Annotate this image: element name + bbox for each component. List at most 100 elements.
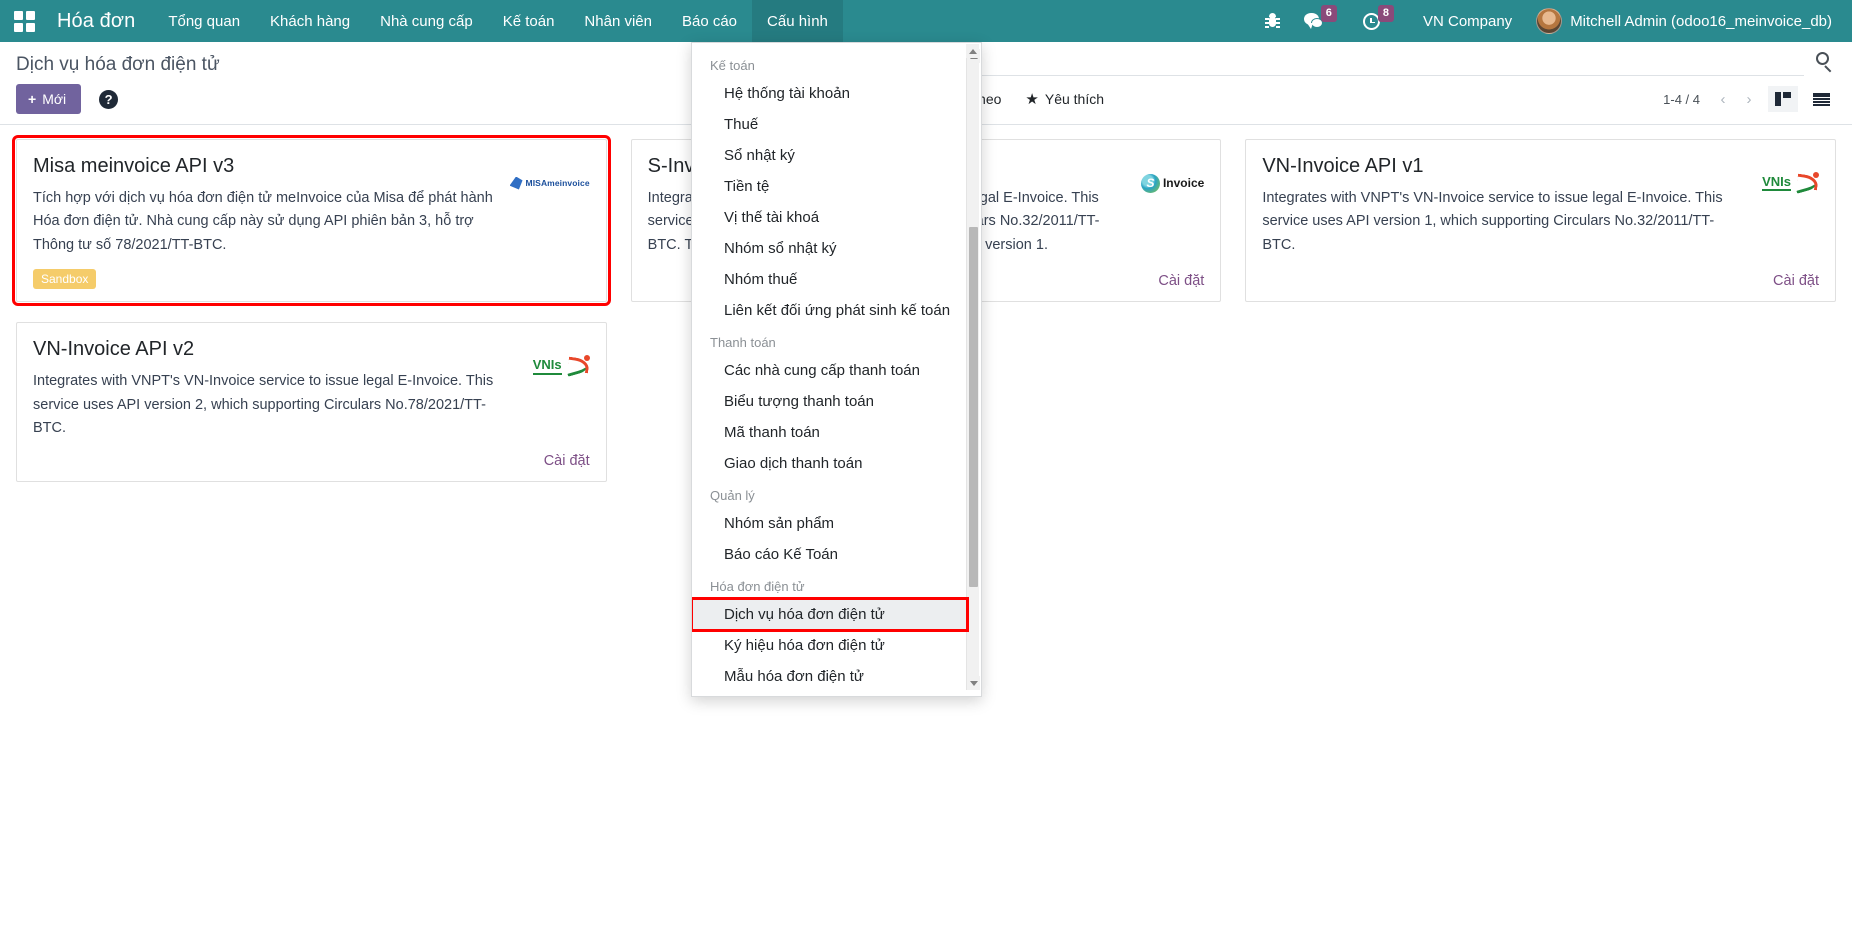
kanban-card-misa-meinvoice-v3[interactable]: Misa meinvoice API v3 Tích hợp với dịch … — [16, 139, 607, 302]
dropdown-scroll-container: Kế toán Hệ thống tài khoản Thuế Sổ nhật … — [692, 49, 981, 697]
navbar-systray: 6 8 VN Company Mitchell Admin (odoo16_me… — [1254, 0, 1852, 42]
messages-button[interactable]: 6 — [1293, 0, 1350, 42]
card-footer: Sandbox — [33, 257, 590, 289]
vnpt-swoosh-icon — [1793, 172, 1819, 194]
misa-meinvoice-logo: MISAmeinvoice — [498, 166, 590, 200]
user-menu-button[interactable]: Mitchell Admin (odoo16_meinvoice_db) — [1528, 0, 1838, 42]
card-footer: Cài đặt — [33, 441, 590, 469]
menu-item-mau-hoa-don-dien-tu[interactable]: Mẫu hóa đơn điện tử — [692, 661, 967, 692]
card-logo-text: Invoice — [1163, 176, 1204, 190]
pager-next-button[interactable]: › — [1738, 87, 1760, 111]
dropdown-section-quan-ly: Quản lý — [692, 479, 967, 508]
vnpt-swoosh-icon — [564, 355, 590, 377]
page-title: Dịch vụ hóa đơn điện tử — [16, 54, 220, 76]
dropdown-scrollbar-thumb[interactable] — [969, 227, 978, 587]
install-link[interactable]: Cài đặt — [544, 453, 590, 469]
chat-bubble-icon — [1304, 13, 1323, 30]
card-title: VN-Invoice API v1 — [1262, 154, 1727, 179]
menu-item-nhom-so-nhat-ky[interactable]: Nhóm sổ nhật ký — [692, 233, 967, 264]
misa-mark-icon — [510, 177, 523, 190]
nav-menu-cau-hinh[interactable]: Cấu hình — [752, 0, 843, 42]
list-view-icon — [1813, 93, 1830, 106]
vnis-vnpt-logo: VNIs — [498, 349, 590, 383]
card-title: Misa meinvoice API v3 — [33, 154, 498, 179]
star-icon: ★ — [1025, 92, 1038, 107]
bug-icon — [1265, 13, 1280, 29]
dropdown-section-ke-toan: Kế toán — [692, 49, 967, 78]
card-logo-text: VNIs — [1762, 175, 1791, 191]
vnis-vnpt-logo: VNIs — [1727, 166, 1819, 200]
card-logo-text: VNIs — [533, 358, 562, 374]
kanban-card-vn-invoice-v1[interactable]: VN-Invoice API v1 Integrates with VNPT's… — [1245, 139, 1836, 302]
menu-item-vi-the-tai-khoa[interactable]: Vị thế tài khoá — [692, 202, 967, 233]
menu-item-ma-thanh-toan[interactable]: Mã thanh toán — [692, 417, 967, 448]
nav-menu-nhan-vien[interactable]: Nhân viên — [569, 0, 667, 42]
help-button[interactable]: ? — [99, 90, 118, 109]
favorites-dropdown-button[interactable]: ★ Yêu thích — [1025, 91, 1104, 107]
debug-menu-button[interactable] — [1254, 0, 1291, 42]
pager-counter: 1-4 / 4 — [1663, 92, 1700, 107]
nav-menu-nha-cung-cap[interactable]: Nhà cung cấp — [365, 0, 488, 42]
navbar-spacer — [843, 0, 1254, 42]
install-link[interactable]: Cài đặt — [1773, 273, 1819, 289]
kanban-card-vn-invoice-v2[interactable]: VN-Invoice API v2 Integrates with VNPT's… — [16, 322, 607, 481]
list-view-button[interactable] — [1806, 86, 1836, 112]
new-record-button[interactable]: + Mới — [16, 84, 81, 114]
kanban-view-icon — [1775, 92, 1791, 106]
status-badge: Sandbox — [33, 269, 96, 289]
nav-menu-bao-cao[interactable]: Báo cáo — [667, 0, 752, 42]
install-link[interactable]: Cài đặt — [1158, 273, 1204, 289]
card-header: Misa meinvoice API v3 Tích hợp với dịch … — [33, 154, 590, 257]
scroll-down-arrow-icon[interactable] — [967, 676, 980, 690]
menu-item-bieu-tuong-thanh-toan[interactable]: Biểu tượng thanh toán — [692, 386, 967, 417]
dropdown-section-thanh-toan: Thanh toán — [692, 326, 967, 355]
apps-menu-button[interactable] — [0, 0, 45, 42]
menu-item-he-thong-tai-khoan[interactable]: Hệ thống tài khoản — [692, 78, 967, 109]
card-description: Tích hợp với dịch vụ hóa đơn điện tử meI… — [33, 187, 498, 257]
menu-item-thue[interactable]: Thuế — [692, 109, 967, 140]
menu-item-loai-hoa-don-dien-tu[interactable]: Loại hóa đơn điện tử — [692, 692, 967, 697]
avatar — [1536, 8, 1562, 34]
menu-item-dich-vu-hoa-don-dien-tu[interactable]: Dịch vụ hóa đơn điện tử — [692, 599, 967, 630]
menu-item-cac-nha-cung-cap-thanh-toan[interactable]: Các nhà cung cấp thanh toán — [692, 355, 967, 386]
menu-item-ky-hieu-hoa-don-dien-tu[interactable]: Ký hiệu hóa đơn điện tử — [692, 630, 967, 661]
menu-item-giao-dich-thanh-toan[interactable]: Giao dịch thanh toán — [692, 448, 967, 479]
card-header: VN-Invoice API v1 Integrates with VNPT's… — [1262, 154, 1819, 257]
dropdown-section-hoa-don-dien-tu: Hóa đơn điện tử — [692, 570, 967, 599]
menu-item-nhom-san-pham[interactable]: Nhóm sản phẩm — [692, 508, 967, 539]
messages-count-badge: 6 — [1321, 5, 1337, 22]
nav-menu-khach-hang[interactable]: Khách hàng — [255, 0, 365, 42]
card-footer: Cài đặt — [1262, 261, 1819, 289]
user-name-label: Mitchell Admin (odoo16_meinvoice_db) — [1570, 13, 1832, 30]
nav-menu-ke-toan[interactable]: Kế toán — [488, 0, 570, 42]
s-invoice-orb-icon: S — [1141, 174, 1160, 193]
top-navbar: Hóa đơn Tổng quan Khách hàng Nhà cung cấ… — [0, 0, 1852, 42]
card-title: VN-Invoice API v2 — [33, 337, 498, 362]
navbar-menu-list: Tổng quan Khách hàng Nhà cung cấp Kế toá… — [153, 0, 843, 42]
menu-item-nhom-thue[interactable]: Nhóm thuế — [692, 264, 967, 295]
company-switcher[interactable]: VN Company — [1409, 0, 1526, 42]
card-logo-text: MISAmeinvoice — [526, 178, 590, 188]
activities-count-badge: 8 — [1378, 5, 1394, 22]
favorites-label: Yêu thích — [1045, 91, 1104, 107]
pager-and-views: 1-4 / 4 ‹ › — [1663, 86, 1836, 112]
s-invoice-logo: S Invoice — [1112, 166, 1204, 200]
activities-button[interactable]: 8 — [1352, 0, 1407, 42]
kanban-view-button[interactable] — [1768, 86, 1798, 112]
menu-item-lien-ket-doi-ung[interactable]: Liên kết đối ứng phát sinh kế toán — [692, 295, 967, 326]
plus-icon: + — [28, 92, 36, 106]
menu-item-bao-cao-ke-toan[interactable]: Báo cáo Kế Toán — [692, 539, 967, 570]
app-brand-name[interactable]: Hóa đơn — [45, 0, 153, 42]
card-header: VN-Invoice API v2 Integrates with VNPT's… — [33, 337, 590, 440]
search-icon[interactable] — [1814, 51, 1836, 73]
apps-grid-icon — [14, 11, 35, 32]
pager-previous-button[interactable]: ‹ — [1712, 87, 1734, 111]
menu-item-tien-te[interactable]: Tiền tệ — [692, 171, 967, 202]
card-description: Integrates with VNPT's VN-Invoice servic… — [1262, 187, 1727, 257]
nav-menu-tong-quan[interactable]: Tổng quan — [153, 0, 255, 42]
configuration-dropdown-menu: Kế toán Hệ thống tài khoản Thuế Sổ nhật … — [691, 42, 982, 697]
card-description: Integrates with VNPT's VN-Invoice servic… — [33, 370, 498, 440]
page-scroll-up-arrow[interactable] — [966, 44, 979, 58]
dropdown-scrollbar[interactable] — [966, 49, 979, 690]
menu-item-so-nhat-ky[interactable]: Sổ nhật ký — [692, 140, 967, 171]
